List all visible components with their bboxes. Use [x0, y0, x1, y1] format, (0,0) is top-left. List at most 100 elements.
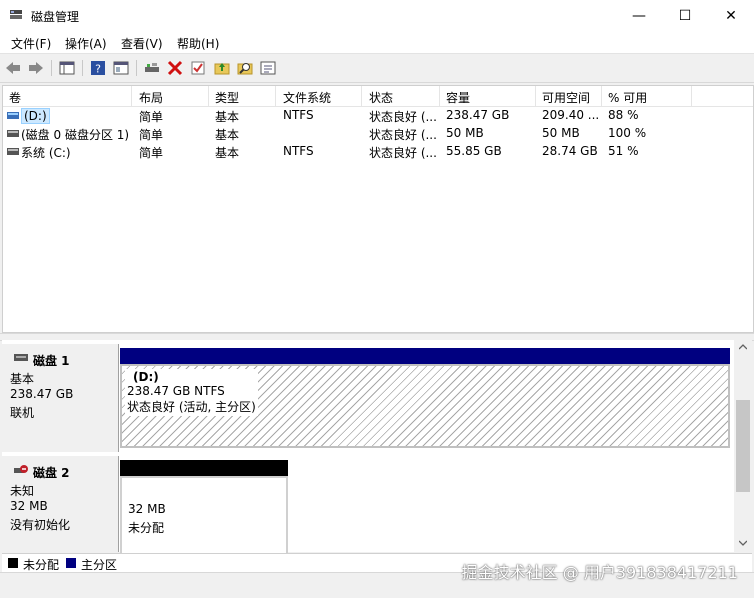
- title-bar: 磁盘管理 — ☐ ✕: [0, 0, 754, 31]
- col-header-percent-free[interactable]: % 可用: [608, 89, 647, 106]
- properties-icon: [260, 61, 276, 75]
- col-header-volume[interactable]: 卷: [9, 89, 21, 106]
- volume-pct: 100 %: [608, 126, 647, 140]
- disk-size: 32 MB: [10, 499, 48, 513]
- legend-unallocated-label: 未分配: [23, 558, 60, 572]
- menu-bar: 文件(F) 操作(A) 查看(V) 帮助(H): [0, 31, 754, 54]
- delete-icon: [167, 60, 183, 76]
- forward-button[interactable]: [27, 59, 45, 77]
- col-header-free-space[interactable]: 可用空间: [542, 89, 590, 106]
- volume-type: 基本: [215, 110, 240, 124]
- volume-capacity: 50 MB: [446, 126, 484, 140]
- volume-icon: [7, 130, 19, 137]
- connect-button[interactable]: [143, 59, 161, 77]
- volume-pct: 51 %: [608, 144, 639, 158]
- col-header-status[interactable]: 状态: [369, 89, 393, 106]
- volume-name: (D:): [21, 108, 50, 124]
- menu-help[interactable]: 帮助(H): [177, 35, 219, 52]
- col-header-layout[interactable]: 布局: [139, 89, 163, 106]
- check-icon: [191, 61, 205, 75]
- volume-type: 基本: [215, 146, 240, 160]
- properties-button[interactable]: [259, 59, 277, 77]
- volume-status: 状态良好 (...: [369, 110, 437, 124]
- connect-icon: [145, 63, 159, 72]
- window-title: 磁盘管理: [31, 10, 80, 24]
- volume-layout: 简单: [139, 128, 164, 142]
- volume-name: (磁盘 0 磁盘分区 1): [21, 128, 130, 142]
- volume-type: 基本: [215, 128, 240, 142]
- minimize-button[interactable]: —: [616, 0, 662, 31]
- legend-primary-label: 主分区: [81, 558, 118, 572]
- console-tree-button[interactable]: [58, 59, 76, 77]
- svg-text:?: ?: [95, 63, 101, 76]
- view-button[interactable]: [112, 59, 130, 77]
- primary-partition-bar: [120, 348, 730, 364]
- close-icon: ✕: [725, 7, 737, 24]
- maximize-button[interactable]: ☐: [662, 0, 708, 31]
- volume-list[interactable]: 卷 布局 类型 文件系统 状态 容量 可用空间 % 可用 (D:) 简单 基本 …: [2, 85, 754, 333]
- disk-icon: [14, 354, 28, 361]
- volume-row-d[interactable]: (D:) 简单 基本 NTFS 状态良好 (... 238.47 GB 209.…: [3, 107, 753, 125]
- disk-not-initialized-icon: [14, 465, 28, 473]
- watermark: 掘金技术社区 @ 用户391838417211: [461, 563, 738, 582]
- partition-status: 状态良好 (活动, 主分区): [127, 400, 256, 414]
- volume-icon: [7, 148, 19, 155]
- partition-size: 32 MB: [128, 502, 166, 516]
- view-icon: [113, 61, 129, 75]
- scroll-thumb[interactable]: [736, 400, 750, 492]
- disk-1-info[interactable]: 磁盘 1 基本 238.47 GB 联机: [2, 344, 119, 452]
- search-folder-icon: [237, 63, 253, 75]
- back-icon: [6, 62, 20, 74]
- volume-row-c[interactable]: 系统 (C:) 简单 基本 NTFS 状态良好 (... 55.85 GB 28…: [3, 143, 753, 161]
- console-icon: [59, 61, 75, 75]
- volume-row-partition-1[interactable]: (磁盘 0 磁盘分区 1) 简单 基本 状态良好 (... 50 MB 50 M…: [3, 125, 753, 143]
- partition-d-text: (D:) 238.47 GB NTFS 状态良好 (活动, 主分区): [125, 369, 258, 416]
- disk-state: 没有初始化: [10, 518, 71, 532]
- volume-fs: NTFS: [283, 144, 314, 158]
- disk-2-info[interactable]: 磁盘 2 未知 32 MB 没有初始化: [2, 456, 119, 552]
- check-button[interactable]: [189, 59, 207, 77]
- col-header-filesystem[interactable]: 文件系统: [283, 89, 331, 106]
- menu-file[interactable]: 文件(F): [11, 35, 51, 52]
- close-button[interactable]: ✕: [708, 0, 754, 31]
- scroll-down-icon[interactable]: [739, 540, 747, 546]
- col-header-capacity[interactable]: 容量: [446, 89, 470, 106]
- disk-name: 磁盘 2: [33, 466, 70, 480]
- volume-fs: NTFS: [283, 108, 314, 122]
- help-icon: ?: [91, 61, 105, 76]
- scroll-up-icon[interactable]: [739, 344, 747, 350]
- forward-icon: [29, 62, 43, 74]
- disk-graphical-view: 磁盘 1 基本 238.47 GB 联机 (D:) 238.47 GB NTFS…: [2, 340, 734, 554]
- partition-size-fs: 238.47 GB NTFS: [127, 384, 225, 398]
- partition-status: 未分配: [128, 521, 165, 535]
- menu-action[interactable]: 操作(A): [65, 35, 107, 52]
- volume-status: 状态良好 (...: [369, 128, 437, 142]
- folder-up-button[interactable]: [213, 59, 231, 77]
- disk-name: 磁盘 1: [33, 354, 70, 368]
- minimize-icon: —: [632, 7, 646, 24]
- volume-pct: 88 %: [608, 108, 639, 122]
- delete-button[interactable]: [166, 59, 184, 77]
- disk-kind: 未知: [10, 484, 35, 498]
- search-folder-button[interactable]: [236, 59, 254, 77]
- disk-management-icon: [10, 10, 22, 19]
- partition-d[interactable]: (D:) 238.47 GB NTFS 状态良好 (活动, 主分区): [120, 364, 730, 448]
- volume-icon: [7, 112, 19, 119]
- col-header-type[interactable]: 类型: [215, 89, 239, 106]
- volume-capacity: 238.47 GB: [446, 108, 510, 122]
- toolbar: ?: [0, 54, 754, 83]
- help-button[interactable]: ?: [89, 59, 107, 77]
- volume-free: 209.40 ...: [542, 108, 600, 122]
- volume-capacity: 55.85 GB: [446, 144, 502, 158]
- unallocated-bar: [120, 460, 288, 476]
- partition-label: (D:): [133, 370, 159, 384]
- disk-state: 联机: [10, 406, 35, 420]
- volume-free: 28.74 GB: [542, 144, 598, 158]
- menu-view[interactable]: 查看(V): [121, 35, 163, 52]
- disk-kind: 基本: [10, 372, 35, 386]
- unallocated-partition[interactable]: 32 MB 未分配: [120, 476, 288, 554]
- volume-status: 状态良好 (...: [369, 146, 437, 160]
- volume-layout: 简单: [139, 146, 164, 160]
- vertical-scrollbar[interactable]: [734, 340, 752, 552]
- back-button[interactable]: [4, 59, 22, 77]
